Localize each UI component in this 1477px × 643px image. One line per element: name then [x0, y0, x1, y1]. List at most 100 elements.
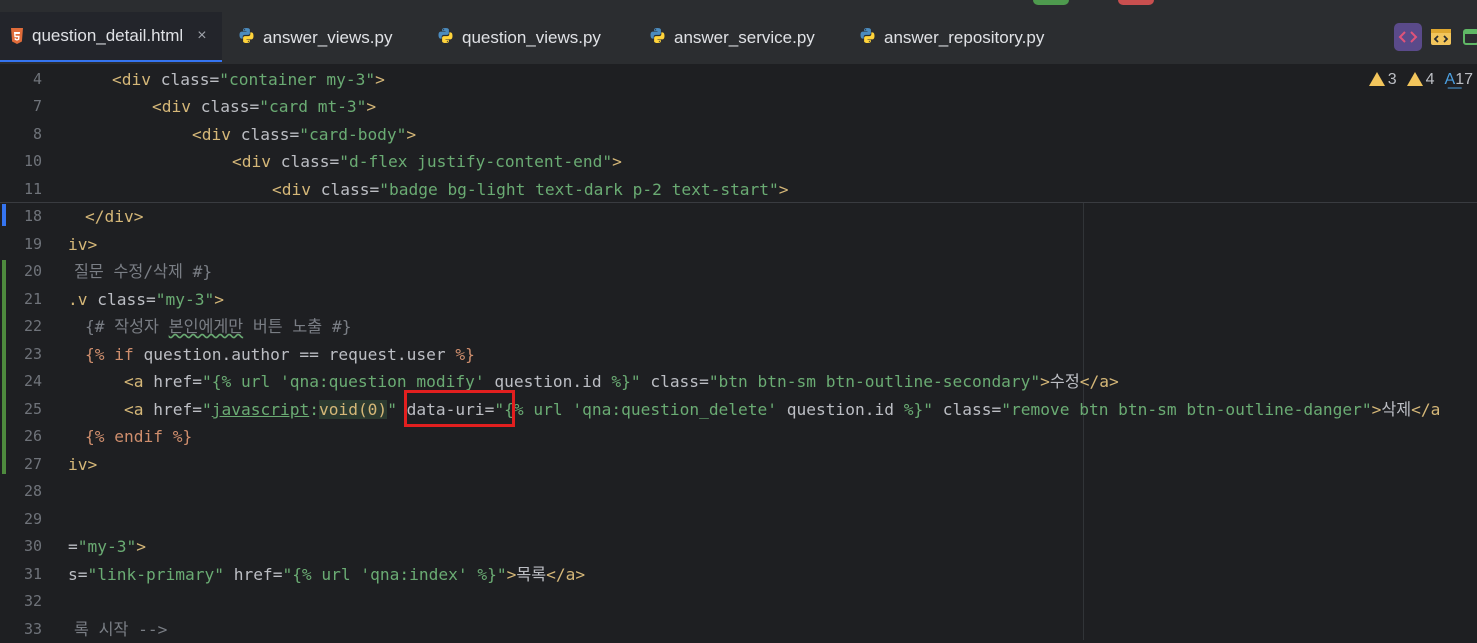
code-line-31[interactable]: s="link-primary" href="{% url 'qna:index…	[68, 561, 585, 588]
code-line-26[interactable]: {% endif %}	[85, 423, 192, 450]
code-line-21[interactable]: .v class="my-3">	[68, 286, 224, 313]
tag-token: >	[1371, 400, 1382, 419]
js-call-token: void	[318, 400, 358, 419]
tag-token: </div>	[85, 207, 144, 226]
tag-token: <div	[232, 152, 281, 171]
comment-token: 질문 수정/삭제 #}	[74, 262, 213, 281]
comment-token: {# 작성자	[85, 317, 169, 336]
line-number: 31	[23, 565, 42, 583]
line-number: 19	[23, 235, 42, 253]
attr-token: class	[240, 125, 290, 144]
code-view-icon[interactable]	[1394, 23, 1422, 51]
tab-question-views-py[interactable]: question_views.py	[437, 12, 601, 64]
run-indicator[interactable]	[1033, 0, 1069, 5]
warning-count-a[interactable]: 3	[1368, 71, 1397, 89]
template-token: %}	[601, 372, 631, 391]
tag-token: <div	[112, 70, 161, 89]
warning-count-b[interactable]: 4	[1406, 71, 1435, 89]
close-tab-icon[interactable]: ×	[197, 27, 206, 45]
code-line-27[interactable]: iv>	[68, 451, 97, 478]
attr-token: class	[640, 372, 700, 391]
string-token: "link-primary"	[87, 565, 224, 584]
string-token: "remove btn btn-sm btn-outline-danger"	[1001, 400, 1372, 419]
code-line-30[interactable]: ="my-3">	[68, 533, 146, 560]
code-line-19[interactable]: iv>	[68, 231, 97, 258]
tag-token: >	[506, 565, 517, 584]
string-token: "	[387, 400, 397, 419]
attr-token: href	[223, 565, 273, 584]
tab-answer-repository-py[interactable]: answer_repository.py	[859, 12, 1044, 64]
typo-count[interactable]: A͟17	[1445, 71, 1473, 89]
attr-token: s	[68, 565, 78, 584]
tab-label: question_views.py	[462, 28, 601, 47]
line-number: 24	[23, 372, 42, 390]
code-line-22[interactable]: {# 작성자 본인에게만 버튼 노출 #}	[85, 313, 351, 340]
eq-token: =	[209, 70, 220, 89]
tab-answer-service-py[interactable]: answer_service.py	[649, 12, 815, 64]
code-editor[interactable]: 3 4 A͟17 4 7 8 10 11 18 19 20 21 22 23 2…	[0, 65, 1477, 640]
tag-token: iv>	[68, 455, 98, 474]
line-number: 4	[32, 70, 42, 88]
code-line-33[interactable]: 록 시작 -->	[74, 616, 167, 643]
code-line-25[interactable]: <a href="javascript:void(0)" data-uri="{…	[124, 396, 1440, 423]
warning-count-label: 4	[1425, 71, 1435, 88]
split-icon[interactable]	[1460, 23, 1477, 51]
string-token: "	[282, 565, 293, 584]
tab-question-detail-html[interactable]: question_detail.html ×	[0, 12, 222, 62]
js-call-token: (0)	[357, 400, 388, 419]
line-number: 27	[23, 455, 42, 473]
template-token: %}	[455, 345, 475, 364]
typo-count-label: 17	[1455, 71, 1473, 88]
code-line-24[interactable]: <a href="{% url 'qna:question_modify' qu…	[124, 368, 1119, 395]
attr-token: href	[153, 400, 193, 419]
line-number: 8	[32, 125, 42, 143]
attr-token: class	[200, 97, 250, 116]
warning-icon	[1368, 72, 1385, 86]
attr-token: class	[933, 400, 992, 419]
expr-token: question.id	[786, 400, 894, 419]
template-token: {%	[85, 427, 105, 446]
tag-token: </a>	[546, 565, 586, 584]
stop-indicator[interactable]	[1118, 0, 1154, 5]
code-line-10[interactable]: <div class="d-flex justify-content-end">	[232, 148, 622, 175]
editor-tab-bar: question_detail.html × answer_views.py q…	[0, 12, 1477, 65]
highlight-box	[404, 390, 515, 427]
eq-token: =	[68, 537, 78, 556]
html5-icon	[10, 28, 24, 44]
tag-token: >	[375, 70, 385, 89]
line-number: 32	[23, 592, 42, 610]
warning-icon	[1406, 72, 1423, 86]
line-number: 7	[32, 97, 42, 115]
code-line-11[interactable]: <div class="badge bg-light text-dark p-2…	[272, 176, 789, 203]
line-number: 11	[23, 180, 42, 198]
tag-token: <a	[124, 372, 154, 391]
line-number: 30	[23, 537, 42, 555]
preview-icon[interactable]	[1427, 23, 1455, 51]
eq-token: =	[77, 565, 88, 584]
expr-token: question.id	[494, 372, 602, 391]
line-number: 25	[23, 400, 42, 418]
template-token: {% url 'qna:index'	[292, 565, 478, 584]
tag-token: <div	[192, 125, 241, 144]
line-number: 20	[23, 262, 42, 280]
template-token: %}	[894, 400, 924, 419]
tag-token: >	[136, 537, 146, 556]
attr-token: class	[320, 180, 370, 199]
python-icon	[238, 27, 255, 49]
string-token: :	[309, 400, 319, 419]
inspection-widget[interactable]: 3 4 A͟17	[1368, 71, 1473, 89]
code-line-7[interactable]: <div class="card mt-3">	[152, 93, 376, 120]
code-line-20[interactable]: 질문 수정/삭제 #}	[74, 258, 212, 285]
tab-answer-views-py[interactable]: answer_views.py	[238, 12, 392, 64]
code-line-18[interactable]: </div>	[85, 203, 143, 230]
code-line-4[interactable]: <div class="container my-3">	[112, 66, 385, 93]
tag-token: .v	[68, 290, 98, 309]
eq-token: =	[192, 372, 202, 391]
warning-count-label: 3	[1387, 71, 1397, 88]
text-token: 삭제	[1381, 400, 1412, 419]
code-line-23[interactable]: {% if question.author == request.user %}	[85, 341, 475, 368]
code-line-8[interactable]: <div class="card-body">	[192, 121, 416, 148]
string-token: "	[201, 372, 212, 391]
string-token: "my-3"	[155, 290, 215, 309]
string-token: "	[923, 400, 933, 419]
